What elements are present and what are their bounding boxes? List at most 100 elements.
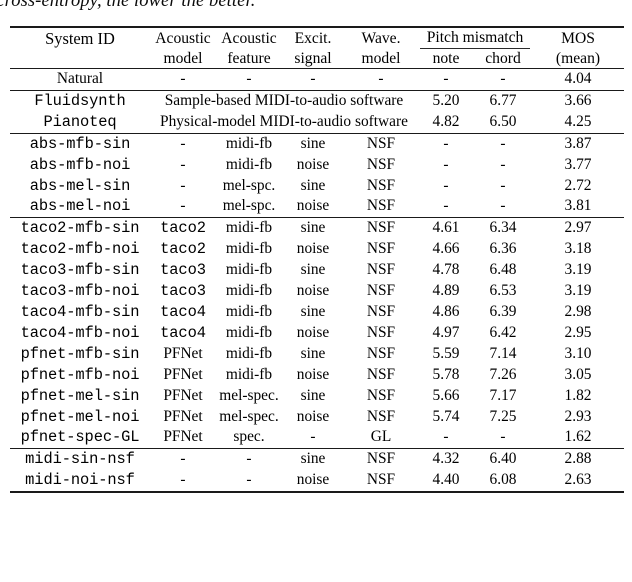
cell-acoustic-feature: midi-fb <box>225 155 273 173</box>
cell-pitch-chord: - <box>500 70 506 87</box>
cell-acoustic-feature: mel-spc. <box>222 176 276 194</box>
cell-mos: 3.18 <box>564 240 592 258</box>
cell-excitation-signal: sine <box>300 261 326 279</box>
cell-system-id: pfnet-spec-GL <box>20 428 140 447</box>
header-excitation-line2: signal <box>294 50 332 67</box>
cell-pitch-note: 4.97 <box>432 323 460 341</box>
cell-system-id: pfnet-mfb-sin <box>20 344 140 363</box>
cell-description: Sample-based MIDI-to-audio software <box>164 91 404 109</box>
cell-acoustic-feature: midi-fb <box>225 323 273 341</box>
cell-system-id: pfnet-mfb-noi <box>20 365 140 384</box>
cell-mos: 3.66 <box>564 91 592 109</box>
cell-acoustic-feature: midi-fb <box>225 365 273 383</box>
cell-pitch-chord: - <box>500 197 506 215</box>
cell-pitch-chord: 6.50 <box>489 112 517 130</box>
cell-pitch-note: 4.89 <box>432 282 460 300</box>
cell-pitch-chord: 6.40 <box>489 450 517 468</box>
cell-mos: 4.25 <box>564 112 592 130</box>
cell-wave-model: NSF <box>366 219 396 237</box>
cell-acoustic-feature: mel-spec. <box>219 407 279 425</box>
cell-mos: 3.77 <box>564 155 592 173</box>
cell-wave-model: NSF <box>366 261 396 279</box>
cell-acoustic-model: taco3 <box>160 261 206 280</box>
table-row: taco3-mfb-sin taco3 midi-fb sine NSF 4.78 6.48… <box>10 260 624 281</box>
table-row: pfnet-mel-noi PFNet mel-spec. noise NSF 5.74 7… <box>10 407 624 428</box>
cell-acoustic-model: - <box>180 134 186 152</box>
cell-pitch-chord: - <box>500 176 506 194</box>
table-header-row-primary: System ID Acoustic Acoustic Excit. Wave. Pitc… <box>10 27 624 49</box>
table-row: abs-mel-noi - mel-spc. noise NSF - - 3.81 <box>10 196 624 217</box>
cell-acoustic-model: - <box>180 471 186 489</box>
cell-acoustic-feature: mel-spec. <box>219 386 279 404</box>
cell-pitch-note: - <box>443 176 449 194</box>
cell-description: Physical-model MIDI-to-audio software <box>160 112 408 130</box>
cell-system-id: Fluidsynth <box>34 91 126 110</box>
cell-system-id: pfnet-mel-noi <box>20 407 140 426</box>
cell-excitation-signal: noise <box>296 407 330 425</box>
results-table-body: System ID Acoustic Acoustic Excit. Wave. Pitc… <box>10 27 624 495</box>
cell-mos: 3.10 <box>564 344 592 362</box>
cell-pitch-note: - <box>443 197 449 215</box>
header-mos-line1: MOS <box>561 30 595 47</box>
cell-wave-model: NSF <box>366 155 396 173</box>
cell-system-id: Natural <box>56 70 104 87</box>
cell-pitch-chord: 7.26 <box>489 365 517 383</box>
cell-excitation-signal: sine <box>300 344 326 362</box>
cell-wave-model: NSF <box>366 197 396 215</box>
cell-wave-model: NSF <box>366 386 396 404</box>
cell-excitation-signal: noise <box>296 197 330 215</box>
cell-acoustic-feature: spec. <box>233 428 265 446</box>
cell-pitch-note: - <box>443 155 449 173</box>
cell-pitch-note: 4.66 <box>432 240 460 258</box>
cell-acoustic-model: taco2 <box>160 240 206 259</box>
cell-acoustic-model: PFNet <box>163 428 203 446</box>
cell-system-id: taco2-mfb-noi <box>20 240 140 259</box>
cell-mos: 3.05 <box>564 365 592 383</box>
header-acoustic-feature-line1: Acoustic <box>221 30 277 47</box>
cell-acoustic-model: - <box>180 197 186 215</box>
cell-acoustic-feature: - <box>246 70 252 87</box>
cell-system-id: Pianoteq <box>43 112 117 131</box>
cell-excitation-signal: sine <box>300 386 326 404</box>
cell-mos: 2.98 <box>564 302 592 320</box>
cell-wave-model: NSF <box>366 471 396 489</box>
cell-pitch-chord: 6.77 <box>489 91 517 109</box>
cell-pitch-note: 4.40 <box>432 471 460 489</box>
cell-pitch-chord: 6.48 <box>489 261 517 279</box>
cell-acoustic-feature: midi-fb <box>225 240 273 258</box>
cell-system-id: midi-sin-nsf <box>25 450 135 469</box>
header-wave-model-line1: Wave. <box>361 30 401 47</box>
header-acoustic-model-line2: model <box>163 50 203 67</box>
cell-acoustic-feature: mel-spc. <box>222 197 276 215</box>
cell-pitch-chord: 6.34 <box>489 219 517 237</box>
cell-mos: 3.19 <box>564 261 592 279</box>
table-row: taco3-mfb-noi taco3 midi-fb noise NSF 4.89 6.5… <box>10 281 624 302</box>
header-pitch-mismatch-group: Pitch mismatch <box>418 27 532 49</box>
cell-acoustic-model: PFNet <box>163 344 203 362</box>
header-acoustic-model-line1: Acoustic <box>155 30 211 47</box>
cell-acoustic-model: taco2 <box>160 219 206 238</box>
cell-wave-model: NSF <box>366 323 396 341</box>
cell-acoustic-model: taco3 <box>160 282 206 301</box>
caption-bottom-clipped: f <box>0 556 632 582</box>
cell-acoustic-feature: midi-fb <box>225 282 273 300</box>
caption-top-clipped: asing cross-entropy, the lower the bette… <box>0 0 256 11</box>
cell-wave-model: NSF <box>366 176 396 194</box>
cell-excitation-signal: - <box>310 70 316 87</box>
cell-pitch-note: - <box>443 70 449 87</box>
cell-system-id: abs-mfb-noi <box>29 155 131 174</box>
cell-pitch-note: 5.74 <box>432 407 460 425</box>
cell-pitch-chord: 6.53 <box>489 282 517 300</box>
cell-acoustic-model: taco4 <box>160 302 206 321</box>
cell-wave-model: NSF <box>366 240 396 258</box>
cell-pitch-note: 4.86 <box>432 302 460 320</box>
cell-pitch-note: 4.61 <box>432 219 460 237</box>
cell-pitch-note: 4.32 <box>432 450 460 468</box>
cell-acoustic-model: PFNet <box>163 386 203 404</box>
cell-pitch-chord: 6.36 <box>489 240 517 258</box>
table-header-row-secondary: model feature signal model note chord (mean) <box>10 49 624 69</box>
cell-system-id: abs-mel-sin <box>29 176 131 195</box>
table-bottom-rule <box>10 492 624 495</box>
header-pitch-chord: chord <box>485 50 521 67</box>
table-row: taco2-mfb-noi taco2 midi-fb noise NSF 4.66 6.3… <box>10 239 624 260</box>
